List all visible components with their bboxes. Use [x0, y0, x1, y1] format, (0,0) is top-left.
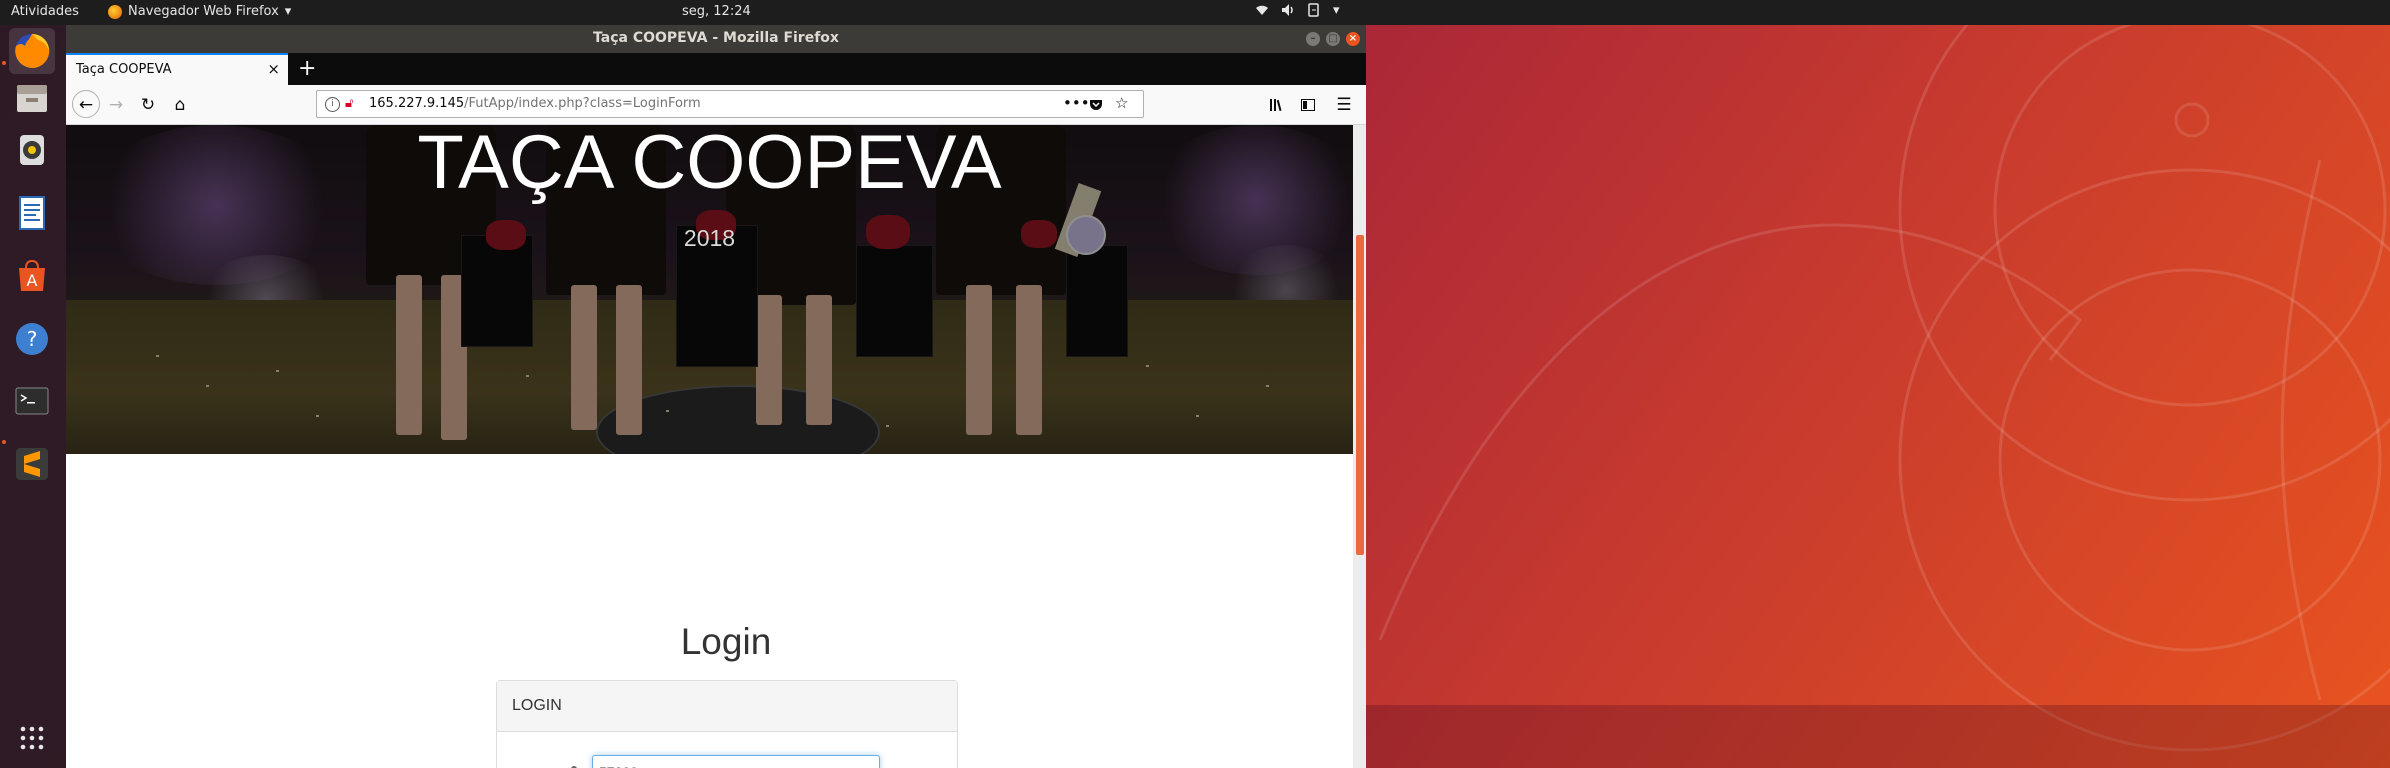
forward-button[interactable]: → [104, 93, 128, 117]
chevron-down-icon: ▾ [284, 4, 292, 19]
minimize-button[interactable]: – [1306, 32, 1320, 46]
power-icon [1307, 3, 1321, 21]
terminal-icon [15, 387, 49, 415]
url-text[interactable]: 165.227.9.145/FutApp/index.php?class=Log… [369, 96, 701, 111]
dock-ubuntu-software[interactable]: A [9, 253, 55, 299]
page-content: TAÇA COOPEVA 2018 Login LOGIN [66, 125, 1366, 768]
dock-libreoffice-writer[interactable] [9, 190, 55, 236]
hero-year: 2018 [683, 225, 736, 251]
back-button[interactable]: ← [72, 90, 100, 118]
system-tray[interactable]: ▾ [1255, 3, 1340, 21]
svg-text:A: A [27, 271, 38, 290]
tab-taca-coopeva[interactable]: Taça COOPEVA × [66, 53, 288, 85]
top-bar: Atividades Navegador Web Firefox ▾ seg, … [0, 0, 2390, 25]
library-button[interactable] [1264, 93, 1288, 117]
wallpaper-circles [1360, 0, 2390, 768]
login-panel-title: LOGIN [512, 697, 562, 714]
running-indicator [2, 61, 6, 65]
sublime-text-icon [16, 448, 48, 480]
files-icon [17, 85, 47, 112]
network-icon [1255, 3, 1269, 21]
firefox-icon [108, 4, 122, 19]
page-actions-icon[interactable]: ••• [1063, 94, 1090, 112]
software-icon: A [19, 259, 45, 291]
running-indicator [2, 440, 6, 444]
activities-button[interactable]: Atividades [11, 4, 79, 19]
close-window-button[interactable]: × [1346, 32, 1360, 46]
rhythmbox-icon [20, 135, 44, 165]
insecure-lock-icon[interactable]: 🔓︎ [345, 96, 353, 111]
dock-rhythmbox[interactable] [9, 127, 55, 173]
tab-close-icon[interactable]: × [267, 60, 280, 78]
window-title: Taça COOPEVA - Mozilla Firefox [593, 30, 839, 46]
login-panel-header: LOGIN [497, 681, 957, 732]
dock-firefox[interactable] [9, 28, 55, 74]
navigation-toolbar: ← → ↻ ⌂ i 🔓︎ 165.227.9.145/FutApp/index.… [66, 85, 1366, 125]
login-panel: LOGIN [496, 680, 958, 768]
writer-icon [19, 196, 45, 230]
username-input[interactable] [592, 755, 880, 768]
volume-icon [1281, 3, 1295, 21]
hamburger-menu-button[interactable]: ☰ [1332, 93, 1356, 117]
tab-label: Taça COOPEVA [76, 62, 172, 77]
dock-terminal[interactable] [9, 378, 55, 424]
sidebar-button[interactable] [1296, 93, 1320, 117]
tab-strip: Taça COOPEVA × + [66, 53, 1366, 85]
chevron-down-icon: ▾ [1333, 3, 1340, 18]
home-button[interactable]: ⌂ [168, 93, 192, 117]
firefox-icon [15, 33, 50, 68]
maximize-button[interactable]: □ [1326, 32, 1340, 46]
url-path: /FutApp/index.php?class=LoginForm [464, 96, 701, 111]
new-tab-button[interactable]: + [298, 56, 316, 81]
hero-title: TAÇA COOPEVA [417, 125, 1002, 205]
pocket-icon[interactable] [1089, 94, 1103, 116]
url-host: 165.227.9.145 [369, 96, 465, 111]
help-icon: ? [16, 323, 48, 355]
app-menu[interactable]: Navegador Web Firefox ▾ [108, 4, 291, 19]
dock: A ? [0, 25, 66, 768]
dock-files[interactable] [9, 75, 55, 121]
show-applications-button[interactable] [9, 715, 55, 761]
window-titlebar[interactable]: Taça COOPEVA - Mozilla Firefox – □ × [66, 25, 1366, 53]
reload-button[interactable]: ↻ [136, 93, 160, 117]
dock-help[interactable]: ? [9, 316, 55, 362]
hero-banner: TAÇA COOPEVA 2018 [66, 125, 1353, 454]
svg-text:?: ? [27, 327, 38, 351]
bookmark-star-icon[interactable]: ☆ [1115, 94, 1128, 112]
firefox-window: Taça COOPEVA - Mozilla Firefox – □ × Taç… [66, 25, 1366, 768]
login-heading: Login [680, 621, 772, 662]
url-bar[interactable]: i 🔓︎ 165.227.9.145/FutApp/index.php?clas… [316, 90, 1144, 118]
site-info-icon[interactable]: i [325, 97, 340, 112]
clock[interactable]: seg, 12:24 [682, 4, 751, 19]
page-scrollbar-thumb[interactable] [1356, 235, 1364, 555]
apps-grid-icon [20, 726, 44, 750]
dock-sublime-text[interactable] [9, 441, 55, 487]
app-menu-label: Navegador Web Firefox [128, 4, 279, 19]
